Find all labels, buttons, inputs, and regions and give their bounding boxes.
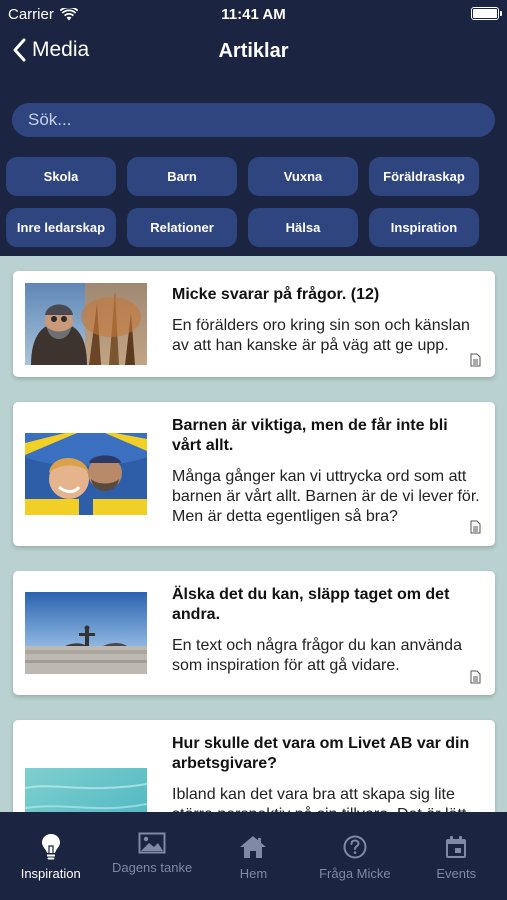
chip-barn[interactable]: Barn — [127, 157, 237, 196]
tab-label: Events — [436, 866, 477, 881]
article-description: En text och några frågor du kan använda … — [172, 637, 462, 674]
article-thumbnail — [25, 768, 147, 812]
question-icon — [343, 835, 367, 859]
chip-inre-ledarskap[interactable]: Inre ledarskap — [6, 208, 116, 247]
article-card[interactable]: Barnen är viktiga, men de får inte bli v… — [13, 402, 495, 546]
search-placeholder: Sök... — [28, 110, 72, 129]
tab-inspiration[interactable]: Inspiration — [0, 812, 101, 900]
tab-events[interactable]: Events — [406, 812, 507, 900]
tab-label: Fråga Micke — [319, 866, 391, 881]
tab-fraga-micke[interactable]: Fråga Micke — [304, 812, 405, 900]
clock: 11:41 AM — [221, 6, 286, 23]
chip-inspiration[interactable]: Inspiration — [369, 208, 479, 247]
calendar-icon — [446, 836, 467, 858]
article-thumbnail — [25, 592, 147, 674]
article-title: Hur skulle det vara om Livet AB var din … — [172, 735, 470, 772]
article-thumbnail — [25, 433, 147, 515]
article-card[interactable]: Hur skulle det vara om Livet AB var din … — [13, 720, 495, 812]
article-description: Många gånger kan vi uttrycka ord som att… — [172, 468, 480, 525]
chip-halsa[interactable]: Hälsa — [248, 208, 358, 247]
lightbulb-icon — [41, 834, 60, 860]
chip-vuxna[interactable]: Vuxna — [248, 157, 358, 196]
article-card[interactable]: Micke svarar på frågor. (12) En förälder… — [13, 271, 495, 377]
chip-relationer[interactable]: Relationer — [127, 208, 237, 247]
tab-label: Hem — [239, 866, 268, 881]
status-bar: Carrier 11:41 AM — [0, 0, 507, 28]
article-text: Barnen är viktiga, men de får inte bli v… — [172, 416, 481, 527]
tab-dagens-tanke[interactable]: Dagens tanke — [101, 812, 202, 900]
category-chips: Skola Barn Vuxna Föräldraskap Inre ledar… — [6, 157, 501, 247]
article-description: Ibland kan det vara bra att skapa sig li… — [172, 786, 466, 812]
article-description: En förälders oro kring sin son och känsl… — [172, 317, 470, 354]
document-icon — [470, 670, 481, 684]
chip-skola[interactable]: Skola — [6, 157, 116, 196]
home-icon — [240, 836, 267, 858]
tab-label: Inspiration — [20, 866, 81, 881]
tab-hem[interactable]: Hem — [203, 812, 304, 900]
chip-foraldraskap[interactable]: Föräldraskap — [369, 157, 479, 196]
battery-icon — [471, 7, 502, 20]
tab-bar: Inspiration Dagens tanke Hem Fråga Micke… — [0, 812, 507, 900]
tab-label: Dagens tanke — [111, 860, 193, 875]
article-card[interactable]: Älska det du kan, släpp taget om det and… — [13, 571, 495, 695]
article-text: Hur skulle det vara om Livet AB var din … — [172, 734, 481, 812]
article-title: Micke svarar på frågor. (12) — [172, 286, 380, 303]
page-title: Artiklar — [218, 40, 289, 62]
article-title: Barnen är viktiga, men de får inte bli v… — [172, 417, 448, 454]
document-icon — [470, 520, 481, 534]
search-input[interactable]: Sök... — [12, 103, 495, 137]
article-title: Älska det du kan, släpp taget om det and… — [172, 586, 450, 623]
article-text: Micke svarar på frågor. (12) En förälder… — [172, 285, 481, 356]
article-thumbnail — [25, 283, 147, 365]
image-icon — [138, 832, 166, 854]
document-icon — [470, 353, 481, 367]
article-list[interactable]: Micke svarar på frågor. (12) En förälder… — [0, 256, 507, 812]
article-text: Älska det du kan, släpp taget om det and… — [172, 585, 481, 676]
